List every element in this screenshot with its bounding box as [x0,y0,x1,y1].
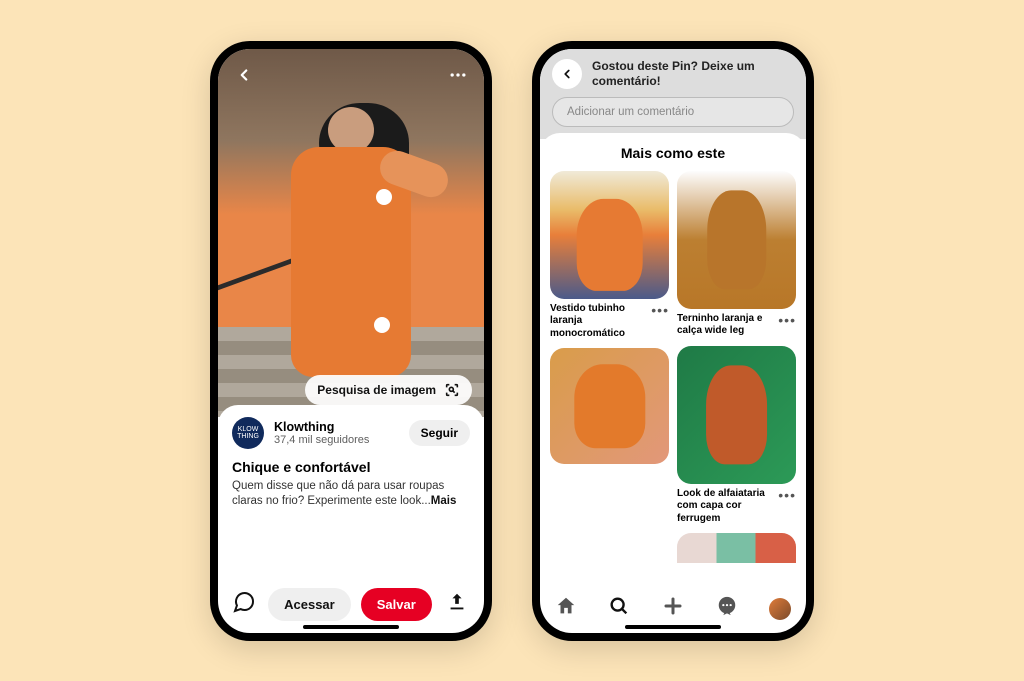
home-indicator [303,625,399,629]
comment-icon[interactable] [232,590,258,619]
comment-prompt-text: Gostou deste Pin? Deixe um comentário! [592,59,794,89]
related-pin[interactable]: Vestido tubinho laranja monocromático ••… [550,171,669,341]
access-button[interactable]: Acessar [268,588,351,621]
related-pins-grid: Vestido tubinho laranja monocromático ••… [550,171,796,564]
read-more-link[interactable]: Mais [431,495,457,507]
pin-thumbnail [677,346,796,484]
image-search-button[interactable]: Pesquisa de imagem [305,375,472,405]
pin-caption: Vestido tubinho laranja monocromático [550,303,647,341]
pin-caption: Look de alfaiataria com capa cor ferruge… [677,488,774,526]
pin-hero-image[interactable]: Pesquisa de imagem [218,49,484,417]
author-avatar[interactable]: KLOWTHING [232,417,264,449]
author-row: KLOWTHING Klowthing 37,4 mil seguidores … [232,417,470,449]
profile-tab-avatar[interactable] [769,598,791,620]
more-like-this-section: Mais como este Vestido tubinho laranja m… [540,133,806,585]
pin-thumbnail [677,171,796,309]
product-tag-dot[interactable] [374,317,390,333]
pin-caption: Terninho laranja e calça wide leg [677,313,774,338]
related-pin[interactable]: Look de alfaiataria com capa cor ferruge… [677,346,796,526]
pin-description: Quem disse que não dá para usar roupas c… [232,479,470,510]
share-icon[interactable] [446,591,470,618]
pin-more-icon[interactable]: ••• [778,313,796,327]
back-icon[interactable] [228,59,260,91]
more-like-this-title: Mais como este [550,145,796,161]
pin-thumbnail [677,533,796,563]
search-tab-icon[interactable] [608,595,630,622]
hero-image-content [218,49,484,417]
home-indicator [625,625,721,629]
screen-left: Pesquisa de imagem KLOWTHING Klowthing 3… [218,49,484,633]
pin-thumbnail [550,348,669,464]
phone-right: Gostou deste Pin? Deixe um comentário! A… [532,41,814,641]
screen-right: Gostou deste Pin? Deixe um comentário! A… [540,49,806,633]
home-tab-icon[interactable] [555,595,577,622]
comment-prompt-section: Gostou deste Pin? Deixe um comentário! A… [540,49,806,139]
product-tag-dot[interactable] [376,189,392,205]
follow-button[interactable]: Seguir [409,420,470,446]
back-button[interactable] [552,59,582,89]
related-pin[interactable] [550,348,669,464]
author-followers: 37,4 mil seguidores [274,434,399,446]
related-pin[interactable]: Terninho laranja e calça wide leg ••• [677,171,796,338]
save-button[interactable]: Salvar [361,588,432,621]
more-options-icon[interactable] [442,59,474,91]
phone-left: Pesquisa de imagem KLOWTHING Klowthing 3… [210,41,492,641]
pin-title: Chique e confortável [232,459,470,475]
author-name[interactable]: Klowthing [274,420,399,434]
pin-more-icon[interactable]: ••• [651,303,669,317]
related-pin[interactable] [677,533,796,563]
pin-info-card: KLOWTHING Klowthing 37,4 mil seguidores … [218,405,484,518]
create-tab-icon[interactable] [661,594,685,623]
image-search-label: Pesquisa de imagem [317,383,436,397]
visual-search-icon [444,382,460,398]
pin-thumbnail [550,171,669,299]
comment-input[interactable]: Adicionar um comentário [552,97,794,127]
pin-more-icon[interactable]: ••• [778,488,796,502]
notifications-tab-icon[interactable] [716,595,738,622]
